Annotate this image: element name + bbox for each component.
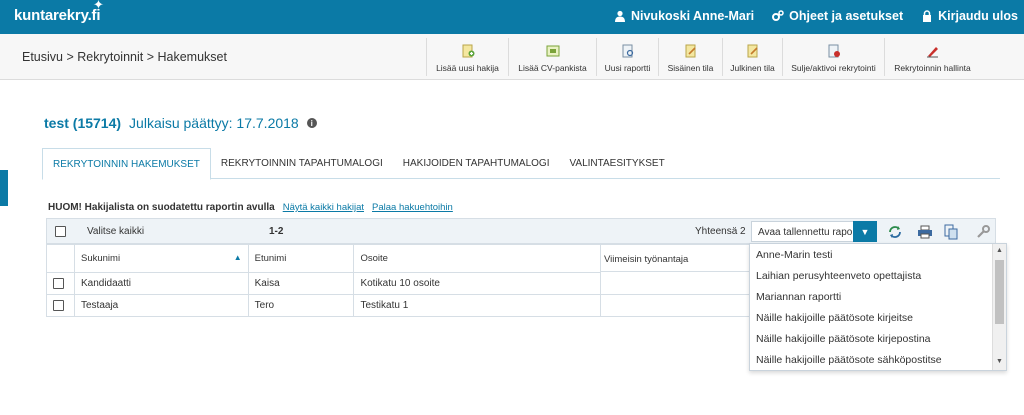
help-settings-link[interactable]: Ohjeet ja asetukset: [772, 9, 903, 23]
grid-header-bar: Valitse kaikki 1-2 Yhteensä 2 Avaa talle…: [46, 218, 996, 244]
dropdown-option[interactable]: Anne-Marin testi: [750, 244, 990, 265]
table-row[interactable]: Kandidaatti Kaisa Kotikatu 10 osoite: [46, 272, 601, 295]
scroll-down-icon[interactable]: ▼: [996, 358, 1003, 365]
page-title: test (15714) Julkaisu päättyy: 17.7.2018…: [44, 115, 317, 131]
dropdown-option[interactable]: Näille hakijoille päätösote kirjepostina: [750, 328, 990, 349]
show-all-link[interactable]: Näytä kaikki hakijat: [283, 202, 364, 213]
tab-selection-proposals[interactable]: VALINTAESITYKSET: [559, 148, 674, 179]
column-latest-employer[interactable]: Viimeisin työnantaja: [600, 244, 750, 272]
page-range: 1-2: [269, 226, 284, 237]
dropdown-option[interactable]: Näille hakijoille päätösote kirjeitse: [750, 307, 990, 328]
close-activate-recruitment-button[interactable]: Sulje/aktivoi rekrytointi: [782, 38, 884, 76]
select-all-label: Valitse kaikki: [87, 226, 145, 237]
breadcrumb[interactable]: Etusivu > Rekrytoinnit > Hakemukset: [22, 50, 227, 64]
tab-applications[interactable]: REKRYTOINNIN HAKEMUKSET: [42, 148, 211, 180]
logout-link[interactable]: Kirjaudu ulos: [921, 9, 1018, 23]
row-checkbox[interactable]: [53, 278, 64, 289]
cell-surname: Kandidaatti: [73, 272, 249, 295]
applicants-table: Sukunimi ▲ Etunimi Osoite Kandidaatti Kai…: [46, 244, 601, 317]
select-all-checkbox[interactable]: [55, 226, 66, 237]
chevron-down-icon[interactable]: ▼: [853, 221, 877, 242]
lock-icon: [923, 10, 932, 22]
scroll-up-icon[interactable]: ▲: [996, 247, 1003, 254]
internal-status-icon: [685, 44, 696, 58]
column-surname[interactable]: Sukunimi ▲: [73, 244, 249, 273]
recruitment-management-button[interactable]: Rekrytoinnin hallinta: [884, 38, 980, 76]
column-address[interactable]: Osoite: [353, 244, 601, 273]
cell-latest-employer: [600, 295, 750, 317]
add-applicant-button[interactable]: Lisää uusi hakija: [426, 38, 508, 76]
tab-bar: REKRYTOINNIN HAKEMUKSET REKRYTOINNIN TAP…: [42, 148, 1000, 180]
cell-latest-employer: [600, 273, 750, 295]
dropdown-option[interactable]: Näille hakijoille päätösote sähköpostits…: [750, 349, 990, 370]
cell-address: Testikatu 1: [353, 294, 601, 317]
scrollbar-thumb[interactable]: [995, 260, 1004, 324]
internal-status-button[interactable]: Sisäinen tila: [658, 38, 722, 76]
report-icon: [622, 44, 633, 58]
add-user-icon: [462, 44, 474, 58]
dropdown-scrollbar[interactable]: ▲ ▼: [992, 244, 1006, 370]
wrench-icon[interactable]: [975, 224, 991, 240]
close-activate-icon: [828, 44, 840, 58]
table-row[interactable]: Testaaja Tero Testikatu 1: [46, 294, 601, 317]
toolbar: Etusivu > Rekrytoinnit > Hakemukset Lisä…: [0, 34, 1024, 80]
sort-asc-icon[interactable]: ▲: [234, 253, 242, 262]
saved-report-dropdown: Anne-Marin testi Laihian perusyhteenveto…: [749, 243, 1007, 371]
cell-firstname: Tero: [247, 294, 355, 317]
public-status-icon: [747, 44, 758, 58]
dropdown-option[interactable]: Laihian perusyhteenveto opettajista: [750, 265, 990, 286]
manage-icon: [926, 47, 938, 58]
add-from-cv-bank-button[interactable]: Lisää CV-pankista: [508, 38, 596, 76]
cell-firstname: Kaisa: [247, 272, 355, 295]
filter-notice: HUOM! Hakijalista on suodatettu raportin…: [48, 202, 453, 213]
info-icon[interactable]: i: [306, 118, 317, 128]
logo-star-icon: ✦: [93, 0, 104, 12]
user-link[interactable]: Nivukoski Anne-Mari: [614, 9, 754, 23]
public-status-button[interactable]: Julkinen tila: [722, 38, 782, 76]
refresh-icon[interactable]: [887, 224, 903, 240]
user-icon: [614, 10, 625, 22]
gears-icon: [772, 10, 784, 21]
table-header-row: Sukunimi ▲ Etunimi Osoite: [46, 244, 601, 273]
side-accent: [0, 170, 8, 206]
new-report-button[interactable]: Uusi raportti: [596, 38, 658, 76]
publish-end-date: Julkaisu päättyy: 17.7.2018: [129, 115, 299, 131]
column-firstname[interactable]: Etunimi: [247, 244, 355, 273]
back-to-search-link[interactable]: Palaa hakuehtoihin: [372, 202, 453, 213]
tab-recruitment-log[interactable]: REKRYTOINNIN TAPAHTUMALOGI: [211, 148, 393, 179]
print-icon[interactable]: [917, 224, 933, 240]
total-count: Yhteensä 2: [695, 226, 746, 237]
filter-notice-text: HUOM! Hakijalista on suodatettu raportin…: [48, 202, 275, 213]
logo[interactable]: kuntarekry.fi: [14, 7, 101, 24]
dropdown-option[interactable]: Mariannan raportti: [750, 286, 990, 307]
cell-surname: Testaaja: [73, 294, 249, 317]
cv-bank-icon: [546, 45, 559, 57]
cell-address: Kotikatu 10 osoite: [353, 272, 601, 295]
tab-applicant-log[interactable]: HAKIJOIDEN TAPAHTUMALOGI: [393, 148, 560, 179]
row-checkbox[interactable]: [53, 300, 64, 311]
recruitment-id: test (15714): [44, 115, 122, 131]
export-icon[interactable]: [943, 224, 959, 240]
top-bar: kuntarekry.fi ✦ Nivukoski Anne-Mari Ohje…: [0, 0, 1024, 34]
